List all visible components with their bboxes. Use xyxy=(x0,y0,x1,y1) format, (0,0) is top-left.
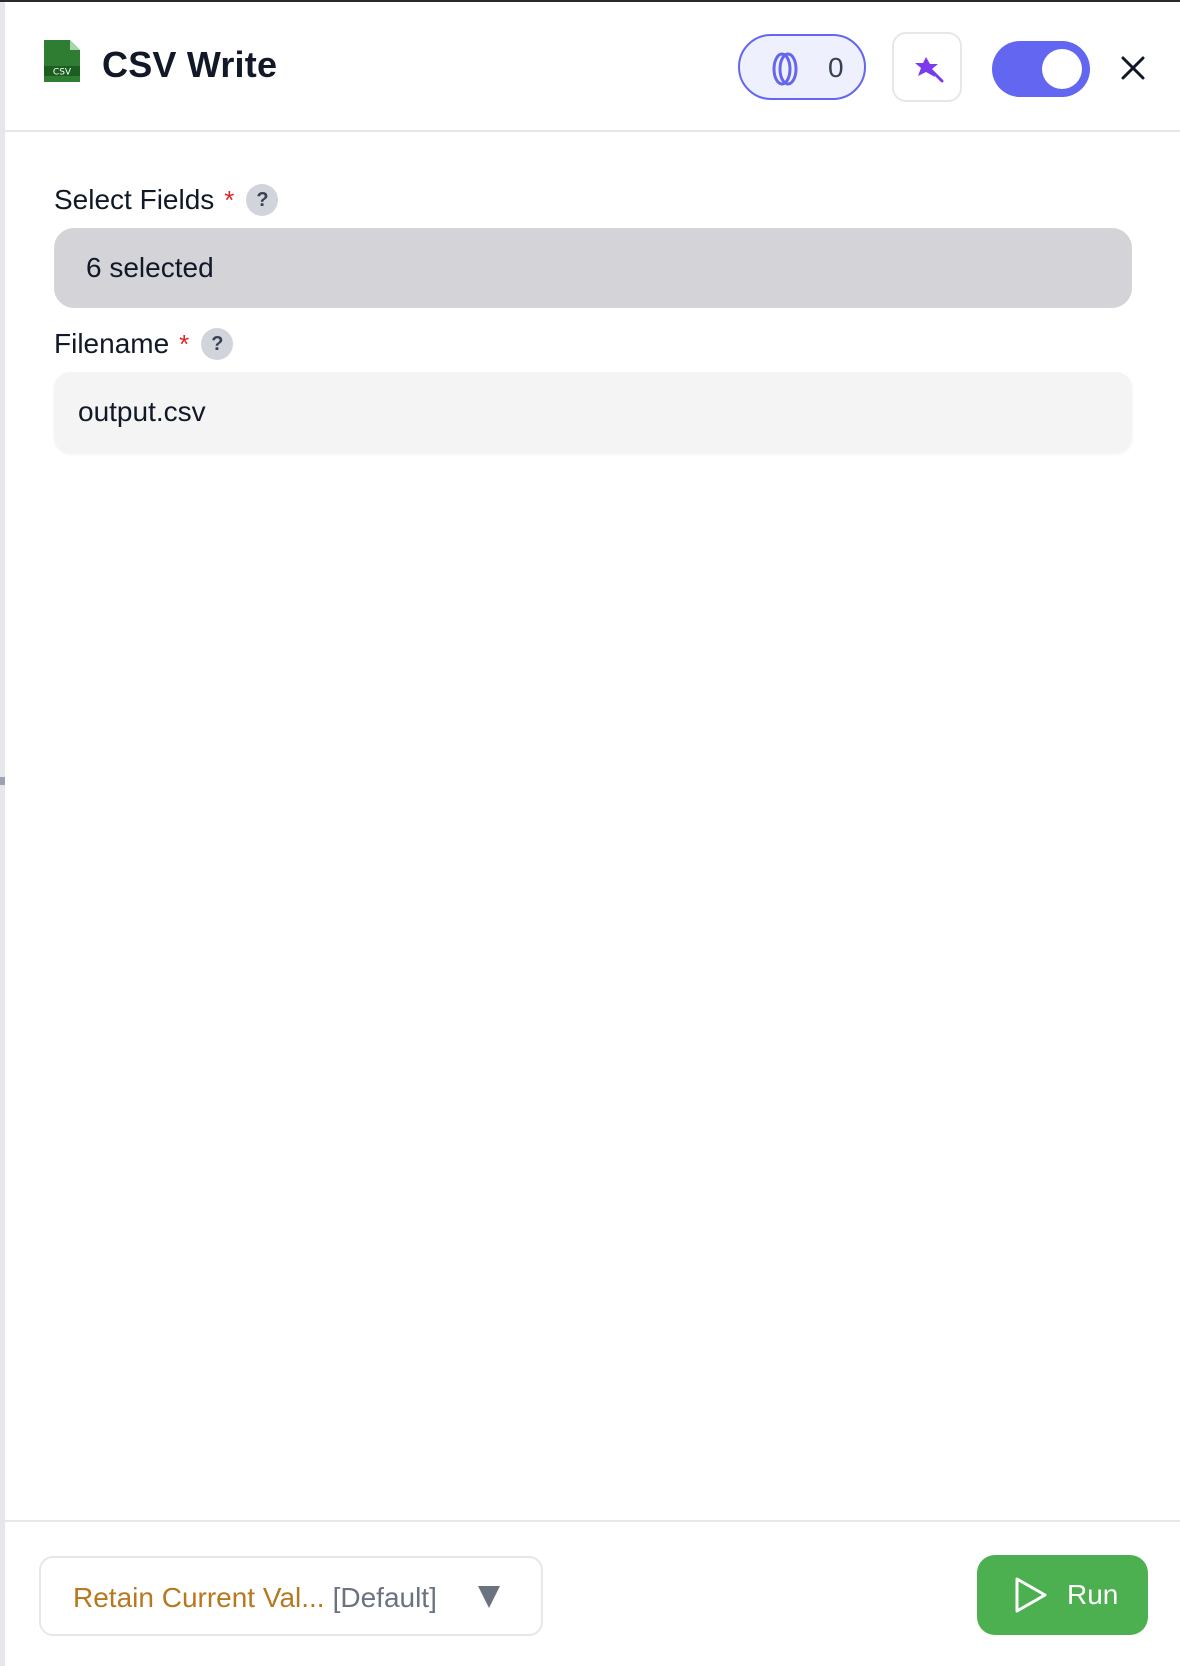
page-title: CSV Write xyxy=(102,44,278,85)
select-fields-label: Select Fields xyxy=(54,184,215,215)
run-button-label: Run xyxy=(1067,1579,1119,1610)
select-fields-value: 6 selected xyxy=(86,252,214,283)
csv-write-panel: CSV CSV Write 0 Select Fields * ? 6 sele… xyxy=(0,0,1180,1666)
select-fields-label-row: Select Fields * ? xyxy=(54,180,279,220)
enable-toggle[interactable] xyxy=(992,41,1090,97)
run-button[interactable]: Run xyxy=(977,1555,1148,1635)
play-icon xyxy=(1015,1577,1047,1613)
chevron-down-icon xyxy=(478,1586,500,1608)
toggle-knob xyxy=(1042,49,1082,89)
retain-values-label: Retain Current Val... xyxy=(73,1582,325,1613)
resize-handle[interactable] xyxy=(0,777,5,785)
panel-header: CSV CSV Write 0 xyxy=(5,4,1180,132)
resize-rail[interactable] xyxy=(0,2,5,1666)
ring-icon xyxy=(772,52,798,86)
magic-wand-button[interactable] xyxy=(892,32,962,102)
help-icon[interactable]: ? xyxy=(246,184,279,216)
csv-file-icon-label: CSV xyxy=(53,68,72,78)
select-fields-dropdown[interactable]: 6 selected xyxy=(54,228,1132,308)
filename-label-row: Filename * ? xyxy=(54,324,234,364)
filename-value: output.csv xyxy=(78,396,206,427)
connection-counter-badge[interactable]: 0 xyxy=(738,34,866,100)
magic-wand-icon xyxy=(915,57,944,83)
retain-values-select[interactable]: Retain Current Val... [Default] xyxy=(39,1556,543,1636)
filename-label: Filename xyxy=(54,328,170,359)
counter-value: 0 xyxy=(828,52,844,83)
csv-file-icon: CSV xyxy=(44,40,80,82)
close-icon[interactable] xyxy=(1115,50,1151,86)
filename-input[interactable]: output.csv xyxy=(54,372,1132,452)
required-marker: * xyxy=(179,328,190,359)
panel-footer: Retain Current Val... [Default] Run xyxy=(5,1520,1180,1666)
retain-default-tag: [Default] xyxy=(332,1582,437,1613)
required-marker: * xyxy=(224,184,235,215)
retain-values-text: Retain Current Val... [Default] xyxy=(73,1582,437,1614)
help-icon[interactable]: ? xyxy=(201,328,234,360)
